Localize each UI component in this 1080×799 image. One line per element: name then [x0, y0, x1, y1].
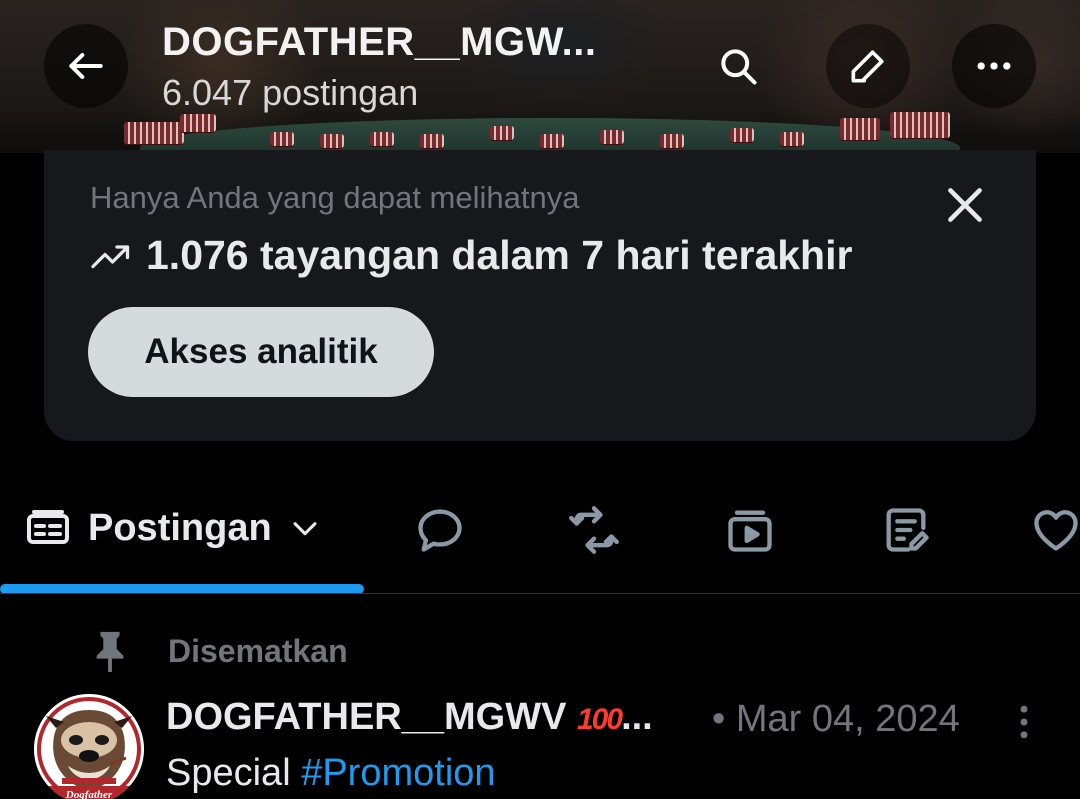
- post-more-button[interactable]: [1006, 700, 1042, 744]
- tab-posts-label: Postingan: [88, 506, 272, 549]
- hundred-points-emoji: 100: [577, 703, 623, 736]
- pinned-label: Disematkan: [168, 632, 348, 669]
- heart-icon: [1034, 510, 1078, 551]
- pin-icon: [94, 630, 126, 672]
- tab-posts[interactable]: Postingan: [24, 504, 322, 552]
- profile-tabs: Postingan: [0, 490, 1080, 594]
- private-note: Hanya Anda yang dapat melihatnya: [90, 180, 580, 215]
- post-date[interactable]: • Mar 04, 2024: [712, 698, 960, 741]
- repost-icon: [569, 506, 619, 554]
- tab-videos[interactable]: [724, 504, 776, 556]
- more-horizontal-icon: [977, 62, 1011, 70]
- pinned-indicator: Disematkan: [94, 630, 348, 672]
- post-author-name: DOGFATHER__MGWV: [166, 696, 567, 738]
- video-icon: [728, 510, 772, 552]
- analytics-button[interactable]: Akses analitik: [88, 307, 434, 397]
- tab-articles[interactable]: [880, 504, 932, 556]
- avatar[interactable]: Dogfather: [34, 694, 144, 799]
- tab-replies[interactable]: [414, 504, 466, 556]
- back-button[interactable]: [44, 24, 128, 108]
- tabs-divider: [0, 593, 1080, 594]
- more-vertical-icon: [1020, 705, 1028, 739]
- bulldog-logo: Dogfather: [34, 694, 144, 799]
- search-icon: [721, 49, 757, 85]
- post-author-ellipsis: ...: [621, 696, 653, 738]
- views-stat-text: 1.076 tayangan dalam 7 hari terakhir: [146, 232, 853, 278]
- chevron-down-icon[interactable]: [288, 511, 322, 545]
- close-card-button[interactable]: [940, 180, 990, 230]
- tab-reposts[interactable]: [568, 504, 620, 556]
- arrow-left-icon: [69, 52, 103, 80]
- posts-icon: [24, 504, 72, 552]
- article-icon: [886, 508, 929, 552]
- hashtag-link[interactable]: #Promotion: [301, 752, 495, 794]
- post-text-plain: Special: [166, 752, 302, 794]
- post-text: Special #Promotion: [166, 752, 496, 795]
- profile-name: DOGFATHER__MGW...: [162, 20, 597, 64]
- analytics-card: Hanya Anda yang dapat melihatnya 1.076 t…: [44, 150, 1036, 441]
- more-options-button[interactable]: [952, 24, 1036, 108]
- tab-likes[interactable]: [1030, 504, 1080, 556]
- poker-chips: [120, 112, 980, 148]
- pencil-icon: [851, 50, 884, 83]
- views-stat: 1.076 tayangan dalam 7 hari terakhir: [90, 232, 852, 279]
- reply-icon: [418, 509, 462, 552]
- avatar-caption: Dogfather: [65, 789, 113, 799]
- trending-up-icon: [90, 241, 132, 271]
- post-author[interactable]: DOGFATHER__MGWV 100...: [166, 696, 653, 739]
- post-count: 6.047 postingan: [162, 72, 419, 113]
- close-icon: [948, 188, 982, 222]
- edit-button[interactable]: [826, 24, 910, 108]
- search-button[interactable]: [696, 24, 780, 108]
